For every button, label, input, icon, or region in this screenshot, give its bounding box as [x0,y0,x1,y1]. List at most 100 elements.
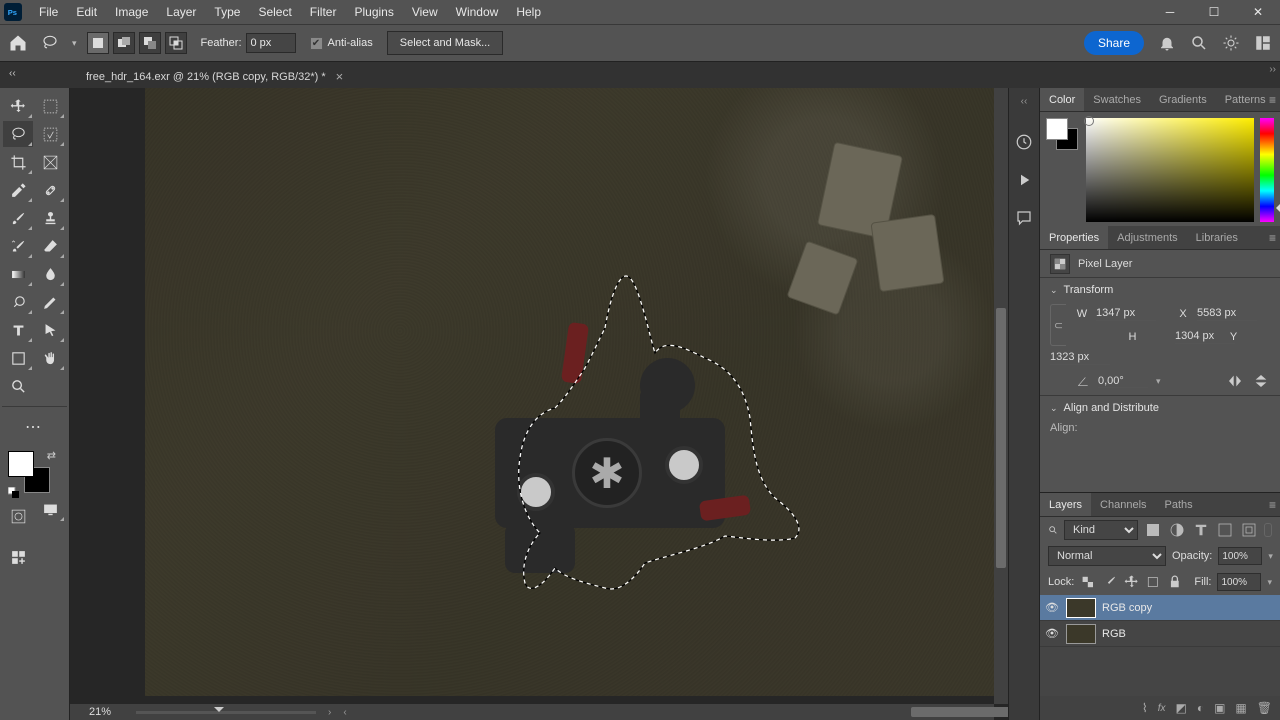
brush-tool[interactable] [3,205,33,231]
vertical-scrollbar[interactable] [994,88,1008,704]
gradient-tool[interactable] [3,261,33,287]
zoom-level[interactable]: 21% [70,706,130,718]
delete-icon[interactable]: 🗑 [1257,701,1272,715]
angle-input[interactable] [1098,375,1148,388]
tab-patterns[interactable]: Patterns [1216,88,1275,111]
opacity-chevron-icon[interactable]: ▾ [1268,551,1273,562]
menu-plugins[interactable]: Plugins [345,5,402,19]
frame-tool[interactable] [35,149,65,175]
menu-image[interactable]: Image [106,5,157,19]
notifications-icon[interactable] [1158,34,1176,52]
foreground-color[interactable] [8,451,34,477]
align-section-header[interactable]: ⌄Align and Distribute [1050,402,1270,414]
lock-all-icon[interactable] [1167,574,1183,590]
dodge-tool[interactable] [3,289,33,315]
visibility-icon[interactable]: 👁 [1044,601,1060,614]
hand-tool[interactable] [35,345,65,371]
shape-tool[interactable] [3,345,33,371]
new-layer-icon[interactable]: ▦ [1235,701,1246,715]
lock-transparent-icon[interactable] [1080,574,1096,590]
angle-chevron-icon[interactable]: ▾ [1156,376,1161,387]
layer-thumbnail[interactable] [1066,598,1096,618]
more-tools[interactable]: ⋯ [3,414,63,440]
tab-adjustments[interactable]: Adjustments [1108,226,1187,249]
selection-intersect-icon[interactable] [165,32,187,54]
tab-gradients[interactable]: Gradients [1150,88,1216,111]
menu-edit[interactable]: Edit [67,5,106,19]
home-icon[interactable] [8,33,28,53]
quick-mask-icon[interactable] [3,503,33,529]
filter-smart-icon[interactable] [1240,521,1258,539]
menu-window[interactable]: Window [447,5,508,19]
tab-channels[interactable]: Channels [1091,493,1155,516]
flip-horizontal-icon[interactable] [1226,373,1244,389]
tool-preset-icon[interactable] [40,33,66,53]
flip-vertical-icon[interactable] [1252,373,1270,389]
comments-panel-icon[interactable] [1015,209,1033,227]
workspace-icon[interactable] [1222,34,1240,52]
document-tab[interactable]: free_hdr_164.exr @ 21% (RGB copy, RGB/32… [76,64,353,88]
panel-menu-icon[interactable]: ≡ [1269,498,1276,512]
search-icon[interactable] [1190,34,1208,52]
crop-tool[interactable] [3,149,33,175]
selection-add-icon[interactable] [113,32,135,54]
panel-collapse-icon[interactable]: ›› [1269,64,1276,75]
visibility-icon[interactable]: 👁 [1044,627,1060,640]
menu-file[interactable]: File [30,5,67,19]
color-swatches[interactable]: ⇄ [6,449,66,495]
fill-chevron-icon[interactable]: ▾ [1267,577,1272,588]
link-layers-icon[interactable]: ⌇ [1142,701,1148,715]
horizontal-scrollbar[interactable] [361,710,971,714]
hue-slider[interactable] [1260,118,1274,222]
filter-toggle[interactable] [1264,523,1272,537]
x-input[interactable] [1197,306,1257,321]
lasso-tool[interactable] [3,121,33,147]
menu-layer[interactable]: Layer [157,5,205,19]
eraser-tool[interactable] [35,233,65,259]
zoom-next-icon[interactable]: › [322,707,337,718]
selection-subtract-icon[interactable] [139,32,161,54]
menu-filter[interactable]: Filter [301,5,346,19]
layer-row[interactable]: 👁 RGB copy [1040,595,1280,621]
panel-menu-icon[interactable]: ≡ [1269,93,1276,107]
feather-input[interactable] [246,33,296,53]
tab-scroll-icon[interactable]: ‹‹ [5,68,20,79]
link-wh-icon[interactable]: ⊂ [1050,304,1066,346]
filter-type-icon[interactable] [1192,521,1210,539]
expand-strip-icon[interactable]: ‹‹ [1021,96,1028,107]
history-brush-tool[interactable] [3,233,33,259]
tab-layers[interactable]: Layers [1040,493,1091,516]
zoom-tool[interactable] [3,373,33,399]
tab-paths[interactable]: Paths [1156,493,1202,516]
menu-help[interactable]: Help [507,5,550,19]
selection-new-icon[interactable] [87,32,109,54]
filter-pixel-icon[interactable] [1144,521,1162,539]
tab-swatches[interactable]: Swatches [1084,88,1150,111]
tool-preset-chevron-icon[interactable]: ▾ [72,38,77,49]
close-button[interactable]: ✕ [1236,0,1280,24]
filter-adjust-icon[interactable] [1168,521,1186,539]
filter-shape-icon[interactable] [1216,521,1234,539]
tab-color[interactable]: Color [1040,88,1084,111]
path-select-tool[interactable] [35,317,65,343]
actions-panel-icon[interactable] [1015,171,1033,189]
fx-icon[interactable]: fx [1158,703,1166,714]
opacity-input[interactable] [1218,547,1262,565]
width-input[interactable] [1096,306,1156,321]
fill-input[interactable] [1217,573,1261,591]
layer-thumbnail[interactable] [1066,624,1096,644]
screen-mode-icon[interactable] [35,496,65,522]
share-button[interactable]: Share [1084,31,1144,55]
tab-libraries[interactable]: Libraries [1187,226,1247,249]
layer-row[interactable]: 👁 RGB [1040,621,1280,647]
group-icon[interactable]: ▣ [1214,701,1225,715]
history-panel-icon[interactable] [1015,133,1033,151]
adjustment-icon[interactable]: ◐ [1197,701,1204,715]
default-colors-icon[interactable] [8,487,20,499]
menu-select[interactable]: Select [249,5,300,19]
lock-artboard-icon[interactable] [1145,574,1161,590]
healing-tool[interactable] [35,177,65,203]
marquee-tool[interactable] [35,93,65,119]
filter-search-icon[interactable] [1048,525,1058,535]
stamp-tool[interactable] [35,205,65,231]
